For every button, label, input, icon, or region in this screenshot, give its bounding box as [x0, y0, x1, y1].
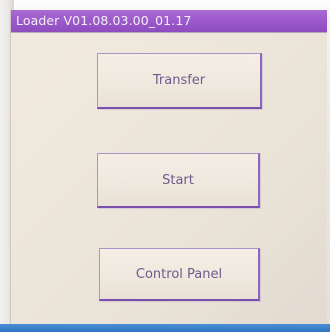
transfer-button[interactable]: Transfer	[97, 53, 262, 109]
screen: Loader V01.08.03.00_01.17 Transfer Start…	[0, 0, 330, 332]
loader-window: Loader V01.08.03.00_01.17 Transfer Start…	[10, 10, 327, 326]
control-panel-button[interactable]: Control Panel	[99, 248, 260, 301]
title-bar: Loader V01.08.03.00_01.17	[11, 10, 327, 32]
taskbar-edge	[0, 324, 330, 332]
window-title: Loader V01.08.03.00_01.17	[16, 13, 192, 28]
start-button[interactable]: Start	[97, 153, 260, 208]
